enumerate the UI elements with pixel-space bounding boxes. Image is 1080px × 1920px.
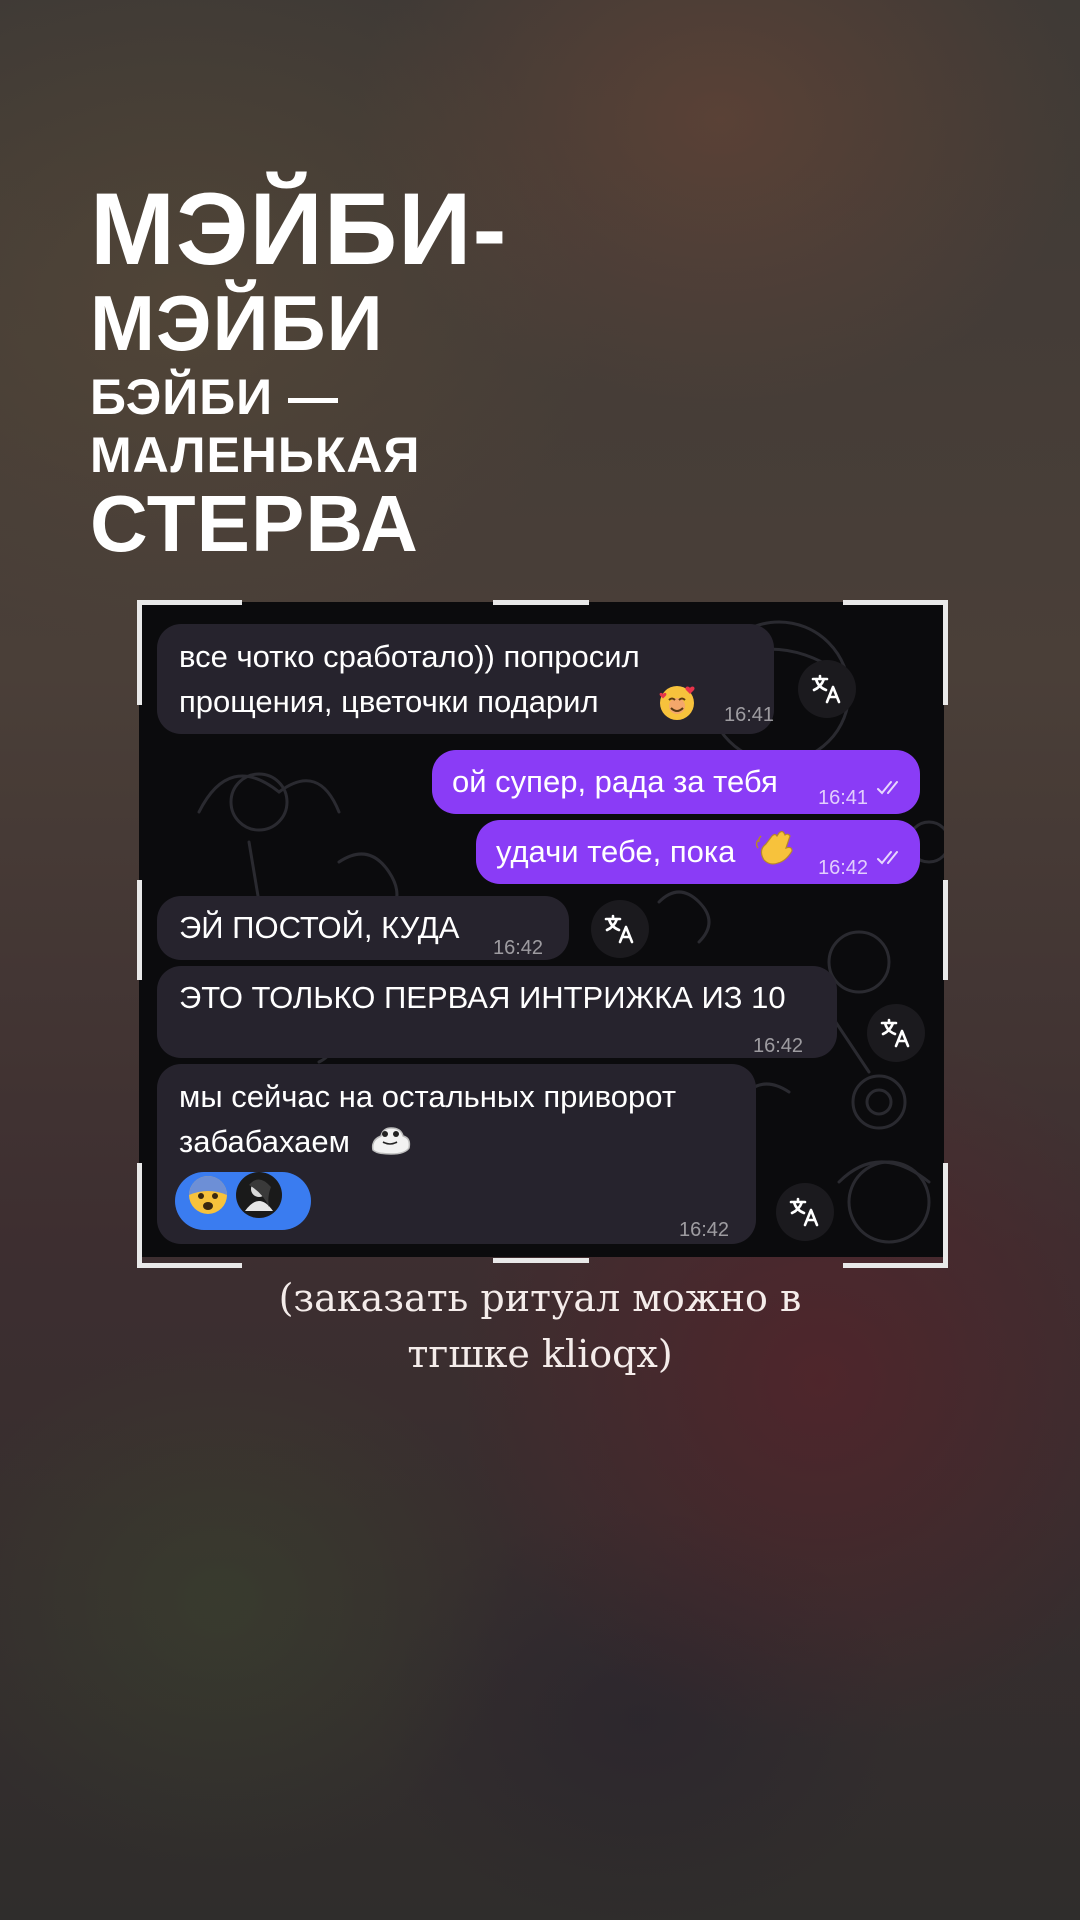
translate-icon [880,1018,910,1048]
user-avatar-icon[interactable] [235,1171,283,1231]
message-time: 16:42 [818,857,869,879]
message-text: мы сейчас на остальных приворот забабаха… [179,1079,677,1159]
waving-hand-icon [754,830,794,882]
message-text: ЭЙ ПОСТОЙ, КУДА [179,910,460,945]
message-incoming[interactable]: мы сейчас на остальных приворот забабаха… [157,1064,756,1244]
message-outgoing[interactable]: удачи тебе, пока 16:42 [476,820,920,884]
caption-line-2: тгшке klioqx) [407,1332,673,1376]
smiling-face-with-hearts-icon [657,682,697,734]
message-incoming[interactable]: ЭТО ТОЛЬКО ПЕРВАЯ ИНТРИЖКА ИЗ 10 16:42 [157,966,837,1058]
frame-corner-top-left [137,600,242,705]
frame-corner-bottom-right [843,1163,948,1268]
caption: (заказать ритуал можно в тгшке klioqx) [0,1270,1080,1382]
headline-line-1: МЭЙБИ- [90,172,508,286]
headline-line-2: МЭЙБИ [90,279,384,367]
double-check-icon [877,851,898,865]
message-text: все чотко сработало)) попросил прощения,… [179,639,640,719]
frame-mark-right [943,880,948,980]
caption-line-1: (заказать ритуал можно в [278,1276,802,1320]
message-time: 16:42 [753,1035,804,1057]
message-text: ЭТО ТОЛЬКО ПЕРВАЯ ИНТРИЖКА ИЗ 10 [179,980,786,1015]
frame-mark-bottom [493,1258,589,1263]
headline-line-5: СТЕРВА [90,479,419,568]
message-incoming[interactable]: ЭЙ ПОСТОЙ, КУДА 16:42 [157,896,569,960]
frame-corner-top-right [843,600,948,705]
message-time: 16:42 [493,937,544,959]
frame-mark-top [493,600,589,605]
chat-screenshot: все чотко сработало)) попросил прощения,… [139,602,944,1257]
message-time: 16:41 [724,704,775,726]
frame-mark-left [137,880,142,980]
translate-icon [604,914,634,944]
translate-button[interactable] [776,1183,834,1241]
message-time: 16:42 [679,1219,730,1241]
message-outgoing[interactable]: ой супер, рада за тебя 16:41 [432,750,920,814]
message-text: удачи тебе, пока [496,834,736,869]
frame-corner-bottom-left [137,1163,242,1268]
translate-icon [811,674,841,704]
headline-line-4: МАЛЕНЬКАЯ [90,427,421,483]
translate-button[interactable] [591,900,649,958]
translate-button[interactable] [867,1004,925,1062]
message-time: 16:41 [818,787,869,809]
frog-sticker-icon [369,1122,411,1168]
message-text: ой супер, рада за тебя [452,764,778,799]
message-incoming[interactable]: все чотко сработало)) попросил прощения,… [157,624,774,734]
headline: МЭЙБИ- МЭЙБИ БЭЙБИ — МАЛЕНЬКАЯ СТЕРВА [90,178,507,564]
double-check-icon [877,781,898,795]
translate-icon [789,1197,819,1227]
headline-line-3: БЭЙБИ — [90,369,339,425]
